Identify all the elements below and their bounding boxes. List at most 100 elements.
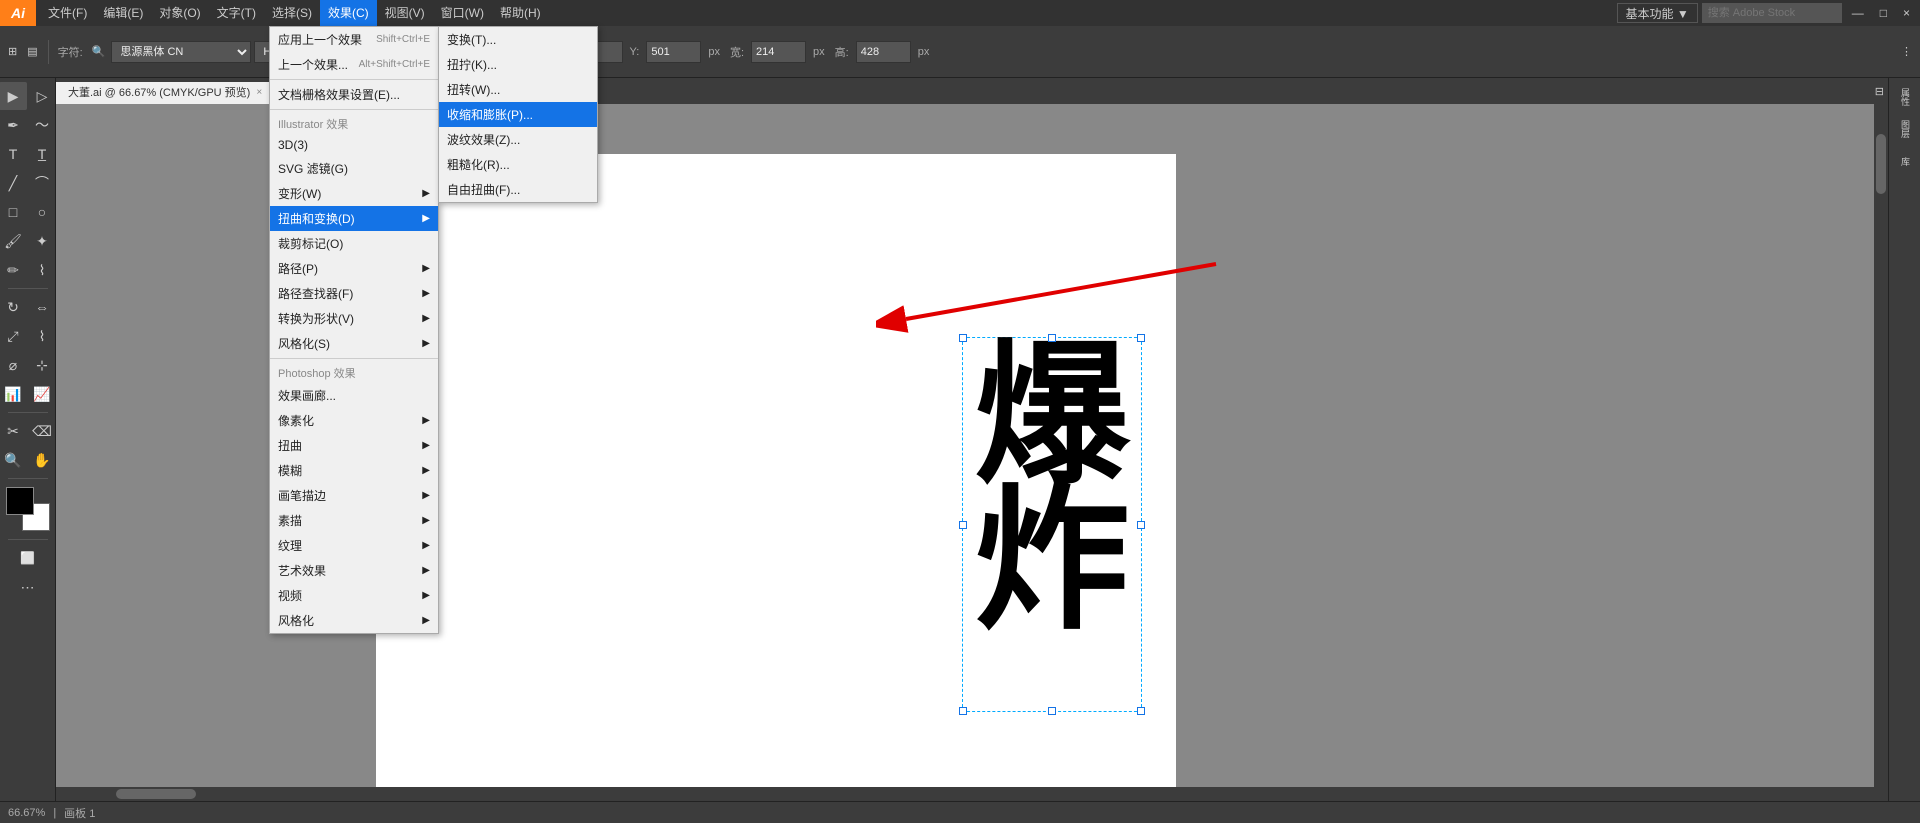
shear-tool[interactable]: ⌇ bbox=[28, 322, 56, 350]
layers-panel-btn[interactable]: 图层 bbox=[1892, 116, 1918, 142]
chinese-text-element[interactable]: 爆 炸 bbox=[962, 337, 1142, 712]
adobe-stock-search[interactable] bbox=[1702, 3, 1842, 23]
menu-file[interactable]: 文件(F) bbox=[40, 0, 95, 26]
effect-path[interactable]: 路径(P) ▶ bbox=[270, 256, 438, 281]
curvature-tool[interactable]: 〜 bbox=[28, 111, 56, 139]
area-type-tool[interactable]: T̲ bbox=[28, 140, 56, 168]
sub-roughen[interactable]: 波纹效果(Z)... bbox=[439, 127, 597, 152]
column-graph-tool[interactable]: 📊 bbox=[0, 380, 27, 408]
reflect-tool[interactable]: ⇔ bbox=[28, 293, 56, 321]
horizontal-scroll-thumb[interactable] bbox=[116, 789, 196, 799]
effect-brush-stroke[interactable]: 画笔描边 ▶ bbox=[270, 483, 438, 508]
menu-view[interactable]: 视图(V) bbox=[377, 0, 433, 26]
minimize-button[interactable]: — bbox=[1846, 0, 1870, 26]
doc-effects-settings[interactable]: 文档栅格效果设置(E)... bbox=[270, 82, 438, 107]
effect-svg[interactable]: SVG 滤镜(G) bbox=[270, 156, 438, 181]
doc-tab-close[interactable]: × bbox=[256, 82, 262, 104]
more-options-btn[interactable]: ⋮ bbox=[1897, 40, 1916, 64]
eraser-tool[interactable]: ⌫ bbox=[28, 417, 56, 445]
fill-color[interactable] bbox=[6, 487, 34, 515]
direct-select-tool[interactable]: ▷ bbox=[28, 82, 56, 110]
zoom-tool[interactable]: 🔍 bbox=[0, 446, 27, 474]
effect-stylize-ps[interactable]: 风格化 ▶ bbox=[270, 608, 438, 633]
warp-tools: ⌀ ⊹ bbox=[0, 351, 56, 379]
h-input[interactable] bbox=[856, 41, 911, 63]
arrange-btn[interactable]: ⊞ bbox=[4, 40, 21, 64]
rect-tool[interactable]: □ bbox=[0, 198, 27, 226]
sub-rotate[interactable]: 扭转(W)... bbox=[439, 77, 597, 102]
w-input[interactable] bbox=[751, 41, 806, 63]
arrange-docs-btn[interactable]: ⊟ bbox=[1871, 80, 1888, 104]
sel-handle-tm[interactable] bbox=[1048, 334, 1056, 342]
sub-twist[interactable]: 扭拧(K)... bbox=[439, 52, 597, 77]
pencil-tool[interactable]: ✏ bbox=[0, 256, 27, 284]
effect-pathfinder[interactable]: 路径查找器(F) ▶ bbox=[270, 281, 438, 306]
effect-transform[interactable]: 变形(W) ▶ bbox=[270, 181, 438, 206]
selection-tool[interactable]: ▶ bbox=[0, 82, 27, 110]
font-family-select[interactable]: 思源黑体 CN bbox=[111, 41, 251, 63]
effect-3d[interactable]: 3D(3) bbox=[270, 134, 438, 156]
effect-stylize[interactable]: 风格化(S) ▶ bbox=[270, 331, 438, 356]
menu-select[interactable]: 选择(S) bbox=[264, 0, 320, 26]
effect-pixelate[interactable]: 像素化 ▶ bbox=[270, 408, 438, 433]
sel-handle-ml[interactable] bbox=[959, 521, 967, 529]
effect-texture[interactable]: 纹理 ▶ bbox=[270, 533, 438, 558]
effect-distort-ps[interactable]: 扭曲 ▶ bbox=[270, 433, 438, 458]
apply-last-effect[interactable]: 应用上一个效果 Shift+Ctrl+E bbox=[270, 27, 438, 52]
tool-sep-1 bbox=[8, 288, 48, 289]
arc-tool[interactable]: ⌒ bbox=[28, 169, 56, 197]
horizontal-scrollbar[interactable] bbox=[56, 787, 1874, 801]
sub-transform[interactable]: 变换(T)... bbox=[439, 27, 597, 52]
sel-handle-tl[interactable] bbox=[959, 334, 967, 342]
scale-tool[interactable]: ⤢ bbox=[0, 322, 27, 350]
hand-tool[interactable]: ✋ bbox=[28, 446, 56, 474]
effect-sketch[interactable]: 素描 ▶ bbox=[270, 508, 438, 533]
sel-handle-bm[interactable] bbox=[1048, 707, 1056, 715]
effect-blur[interactable]: 模糊 ▶ bbox=[270, 458, 438, 483]
sel-handle-bl[interactable] bbox=[959, 707, 967, 715]
effect-crop-marks[interactable]: 裁剪标记(O) bbox=[270, 231, 438, 256]
change-screen-mode-btn[interactable]: ⬜ bbox=[14, 544, 42, 572]
warp-tool[interactable]: ⌀ bbox=[0, 351, 27, 379]
maximize-button[interactable]: □ bbox=[1874, 0, 1893, 26]
menu-edit[interactable]: 编辑(E) bbox=[95, 0, 151, 26]
menu-window[interactable]: 窗口(W) bbox=[433, 0, 492, 26]
brush-tool[interactable]: 🖌 bbox=[0, 227, 27, 255]
pen-tool[interactable]: ✒ bbox=[0, 111, 27, 139]
effect-distort[interactable]: 扭曲和变换(D) ▶ bbox=[270, 206, 438, 231]
menu-effects[interactable]: 效果(C) bbox=[320, 0, 377, 26]
effect-artistic[interactable]: 艺术效果 ▶ bbox=[270, 558, 438, 583]
ellipse-tool[interactable]: ○ bbox=[28, 198, 56, 226]
sel-handle-tr[interactable] bbox=[1137, 334, 1145, 342]
sel-handle-mr[interactable] bbox=[1137, 521, 1145, 529]
line-tool[interactable]: ╱ bbox=[0, 169, 27, 197]
menu-help[interactable]: 帮助(H) bbox=[492, 0, 549, 26]
close-button[interactable]: × bbox=[1897, 0, 1916, 26]
effect-gallery[interactable]: 效果画廊... bbox=[270, 383, 438, 408]
smooth-tool[interactable]: ⌇ bbox=[28, 256, 56, 284]
sub-pucker-bloat[interactable]: 收缩和膨胀(P)... bbox=[439, 102, 597, 127]
puppet-warp-tool[interactable]: ⊹ bbox=[28, 351, 56, 379]
vertical-scroll-thumb[interactable] bbox=[1876, 134, 1886, 194]
vertical-scrollbar[interactable] bbox=[1874, 104, 1888, 801]
library-panel-btn[interactable]: 库 bbox=[1892, 148, 1918, 174]
additional-tools-btn[interactable]: ⋯ bbox=[14, 573, 42, 601]
properties-panel-btn[interactable]: 属性 bbox=[1892, 84, 1918, 110]
last-effect[interactable]: 上一个效果... Alt+Shift+Ctrl+E bbox=[270, 52, 438, 77]
type-tool[interactable]: T bbox=[0, 140, 27, 168]
sub-roughen2[interactable]: 粗糙化(R)... bbox=[439, 152, 597, 177]
sub-free-distort[interactable]: 自由扭曲(F)... bbox=[439, 177, 597, 202]
effect-convert-shape[interactable]: 转换为形状(V) ▶ bbox=[270, 306, 438, 331]
doc-tab[interactable]: 大董.ai @ 66.67% (CMYK/GPU 预览) × bbox=[56, 82, 275, 104]
sort-btn[interactable]: ▤ bbox=[23, 40, 41, 64]
blob-brush-tool[interactable]: ✦ bbox=[28, 227, 56, 255]
y-input[interactable] bbox=[646, 41, 701, 63]
effect-video[interactable]: 视频 ▶ bbox=[270, 583, 438, 608]
menu-text[interactable]: 文字(T) bbox=[209, 0, 264, 26]
scissors-tool[interactable]: ✂ bbox=[0, 417, 27, 445]
sel-handle-br[interactable] bbox=[1137, 707, 1145, 715]
menu-object[interactable]: 对象(O) bbox=[151, 0, 208, 26]
workspace-selector[interactable]: 基本功能 ▼ bbox=[1617, 3, 1698, 23]
bar-graph-tool[interactable]: 📈 bbox=[28, 380, 56, 408]
rotate-tool[interactable]: ↻ bbox=[0, 293, 27, 321]
